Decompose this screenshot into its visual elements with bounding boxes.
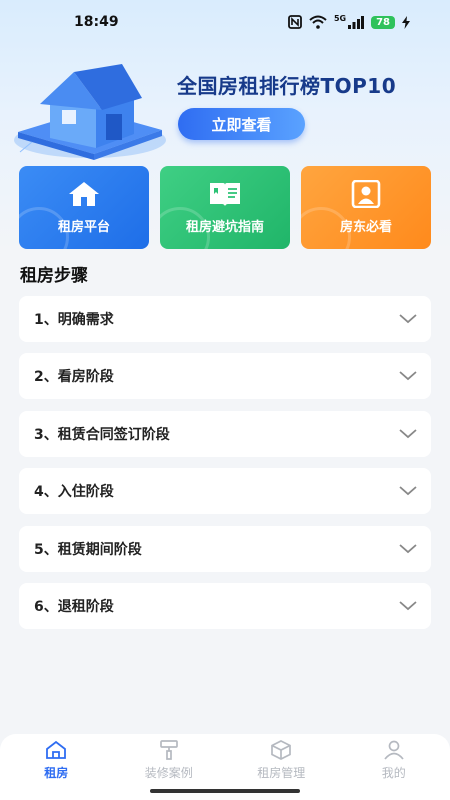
tab-label: 装修案例 <box>144 766 193 780</box>
house-icon <box>69 182 99 206</box>
chevron-down-icon <box>399 543 417 553</box>
tab-label: 我的 <box>381 766 406 780</box>
card-rental-platform[interactable]: 租房平台 <box>19 166 149 249</box>
box-icon <box>271 740 292 760</box>
section-title: 租房步骤 <box>20 266 88 286</box>
card-rental-pitfall-guide[interactable]: 租房避坑指南 <box>160 166 290 249</box>
status-time: 18:49 <box>74 14 119 30</box>
user-icon <box>384 740 404 760</box>
step-label: 1、明确需求 <box>34 312 114 328</box>
charging-icon <box>402 15 410 29</box>
chevron-down-icon <box>399 429 417 438</box>
step-label: 3、租赁合同签订阶段 <box>34 426 170 443</box>
quick-cards: 租房平台 租房避坑指南 房东必看 <box>19 166 431 249</box>
card-landlord-must-read[interactable]: 房东必看 <box>301 166 431 249</box>
view-now-button[interactable]: 立即查看 <box>178 108 305 140</box>
wifi-icon <box>309 15 327 29</box>
step-item-4[interactable]: 4、入住阶段 <box>19 468 431 515</box>
book-icon <box>210 183 240 206</box>
tab-rent[interactable]: 租房 <box>0 740 112 781</box>
step-label: 5、租赁期间阶段 <box>34 541 142 558</box>
tab-mine[interactable]: 我的 <box>338 740 450 781</box>
nfc-icon <box>288 15 302 29</box>
banner-title: 全国房租排行榜TOP10 <box>177 74 397 98</box>
home-icon <box>46 740 67 759</box>
rental-steps-list: 1、明确需求 2、看房阶段 3、租赁合同签订阶段 4、入住阶段 5、租赁期间阶段… <box>19 296 431 640</box>
chevron-down-icon <box>399 486 417 496</box>
tab-label: 租房管理 <box>257 766 306 780</box>
chevron-down-icon <box>399 601 417 611</box>
step-item-6[interactable]: 6、退租阶段 <box>19 582 431 629</box>
tab-decoration-cases[interactable]: 装修案例 <box>113 740 225 781</box>
battery-level: 78 <box>371 15 395 29</box>
home-indicator[interactable] <box>150 789 300 793</box>
step-item-3[interactable]: 3、租赁合同签订阶段 <box>19 410 431 457</box>
step-label: 6、退租阶段 <box>34 598 114 615</box>
status-icons: 5G 78 <box>288 13 410 29</box>
step-label: 4、入住阶段 <box>34 484 114 501</box>
step-item-1[interactable]: 1、明确需求 <box>19 296 431 342</box>
step-item-2[interactable]: 2、看房阶段 <box>19 353 431 400</box>
status-bar: 18:49 5G 78 <box>0 0 450 44</box>
person-icon <box>351 180 381 208</box>
tab-label: 租房 <box>44 766 69 780</box>
chevron-down-icon <box>399 314 417 324</box>
signal-icon <box>348 15 365 29</box>
chevron-down-icon <box>399 371 417 381</box>
network-type: 5G <box>333 13 347 23</box>
card-decoration <box>19 207 69 249</box>
card-decoration <box>301 207 351 249</box>
card-decoration <box>160 207 210 249</box>
paint-roller-icon <box>159 740 178 760</box>
bottom-tab-bar: 租房 装修案例 租房管理 我的 <box>0 734 450 786</box>
step-item-5[interactable]: 5、租赁期间阶段 <box>19 525 431 572</box>
house-illustration-icon <box>14 64 166 160</box>
tab-rental-management[interactable]: 租房管理 <box>225 740 337 781</box>
step-label: 2、看房阶段 <box>34 369 114 386</box>
